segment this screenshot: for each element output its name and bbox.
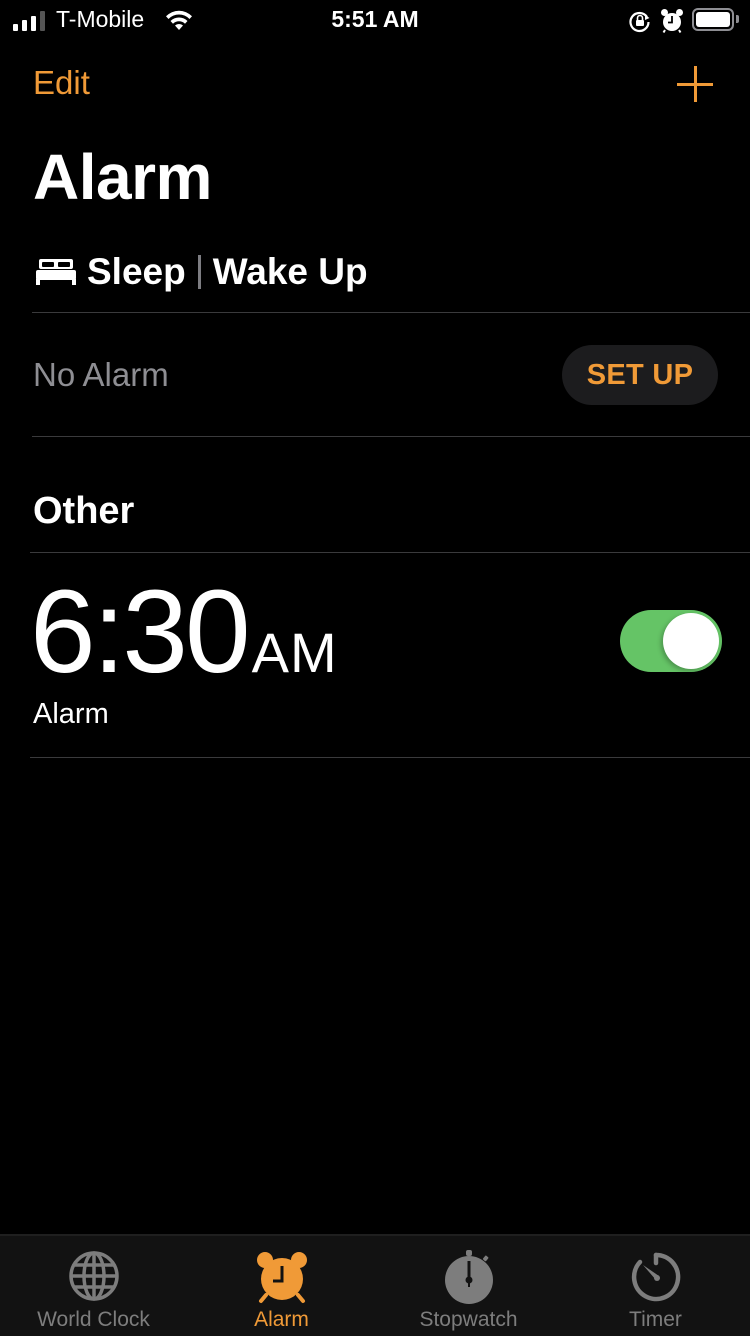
alarm-time: 6:30AM [30, 572, 338, 691]
tab-label: Stopwatch [419, 1308, 518, 1331]
tab-label: Timer [629, 1308, 682, 1331]
status-bar: T-Mobile 5:51 AM [0, 0, 750, 42]
divider [30, 757, 750, 758]
alarm-ampm: AM [251, 621, 338, 684]
tab-label: World Clock [37, 1308, 150, 1331]
other-section-header: Other [33, 490, 135, 532]
separator [197, 255, 201, 289]
sleep-label: Sleep [87, 251, 186, 292]
set-up-button[interactable]: SET UP [562, 345, 718, 405]
page-title: Alarm [33, 141, 212, 213]
sleep-alarm-status: No Alarm [33, 356, 169, 393]
divider [32, 436, 750, 437]
tab-bar: World Clock Alarm Stopwatch Timer [0, 1234, 750, 1336]
alarm-clock-icon [256, 1252, 307, 1303]
divider [32, 312, 750, 313]
globe-icon [68, 1251, 119, 1301]
battery-cap [736, 15, 739, 23]
toggle-knob [663, 613, 719, 669]
alarm-row[interactable]: 6:30AM Alarm [0, 553, 750, 757]
timer-icon [631, 1252, 680, 1302]
stopwatch-icon [444, 1250, 493, 1304]
tab-stopwatch[interactable]: Stopwatch [375, 1236, 562, 1336]
tab-world-clock[interactable]: World Clock [0, 1236, 187, 1336]
alarm-toggle[interactable] [620, 610, 722, 672]
alarm-label: Alarm [33, 698, 109, 730]
bed-icon [36, 259, 76, 285]
wake-up-label: Wake Up [212, 251, 368, 292]
rotation-lock-icon [629, 11, 650, 33]
alarm-status-icon [661, 9, 683, 34]
tab-timer[interactable]: Timer [562, 1236, 749, 1336]
add-alarm-button[interactable] [676, 64, 716, 104]
alarm-time-value: 6:30 [30, 566, 251, 698]
tab-alarm[interactable]: Alarm [188, 1236, 375, 1336]
edit-button[interactable]: Edit [33, 64, 90, 102]
battery-icon [692, 8, 734, 31]
sleep-wake-header: Sleep Wake Up [35, 250, 368, 294]
tab-label: Alarm [254, 1308, 309, 1331]
